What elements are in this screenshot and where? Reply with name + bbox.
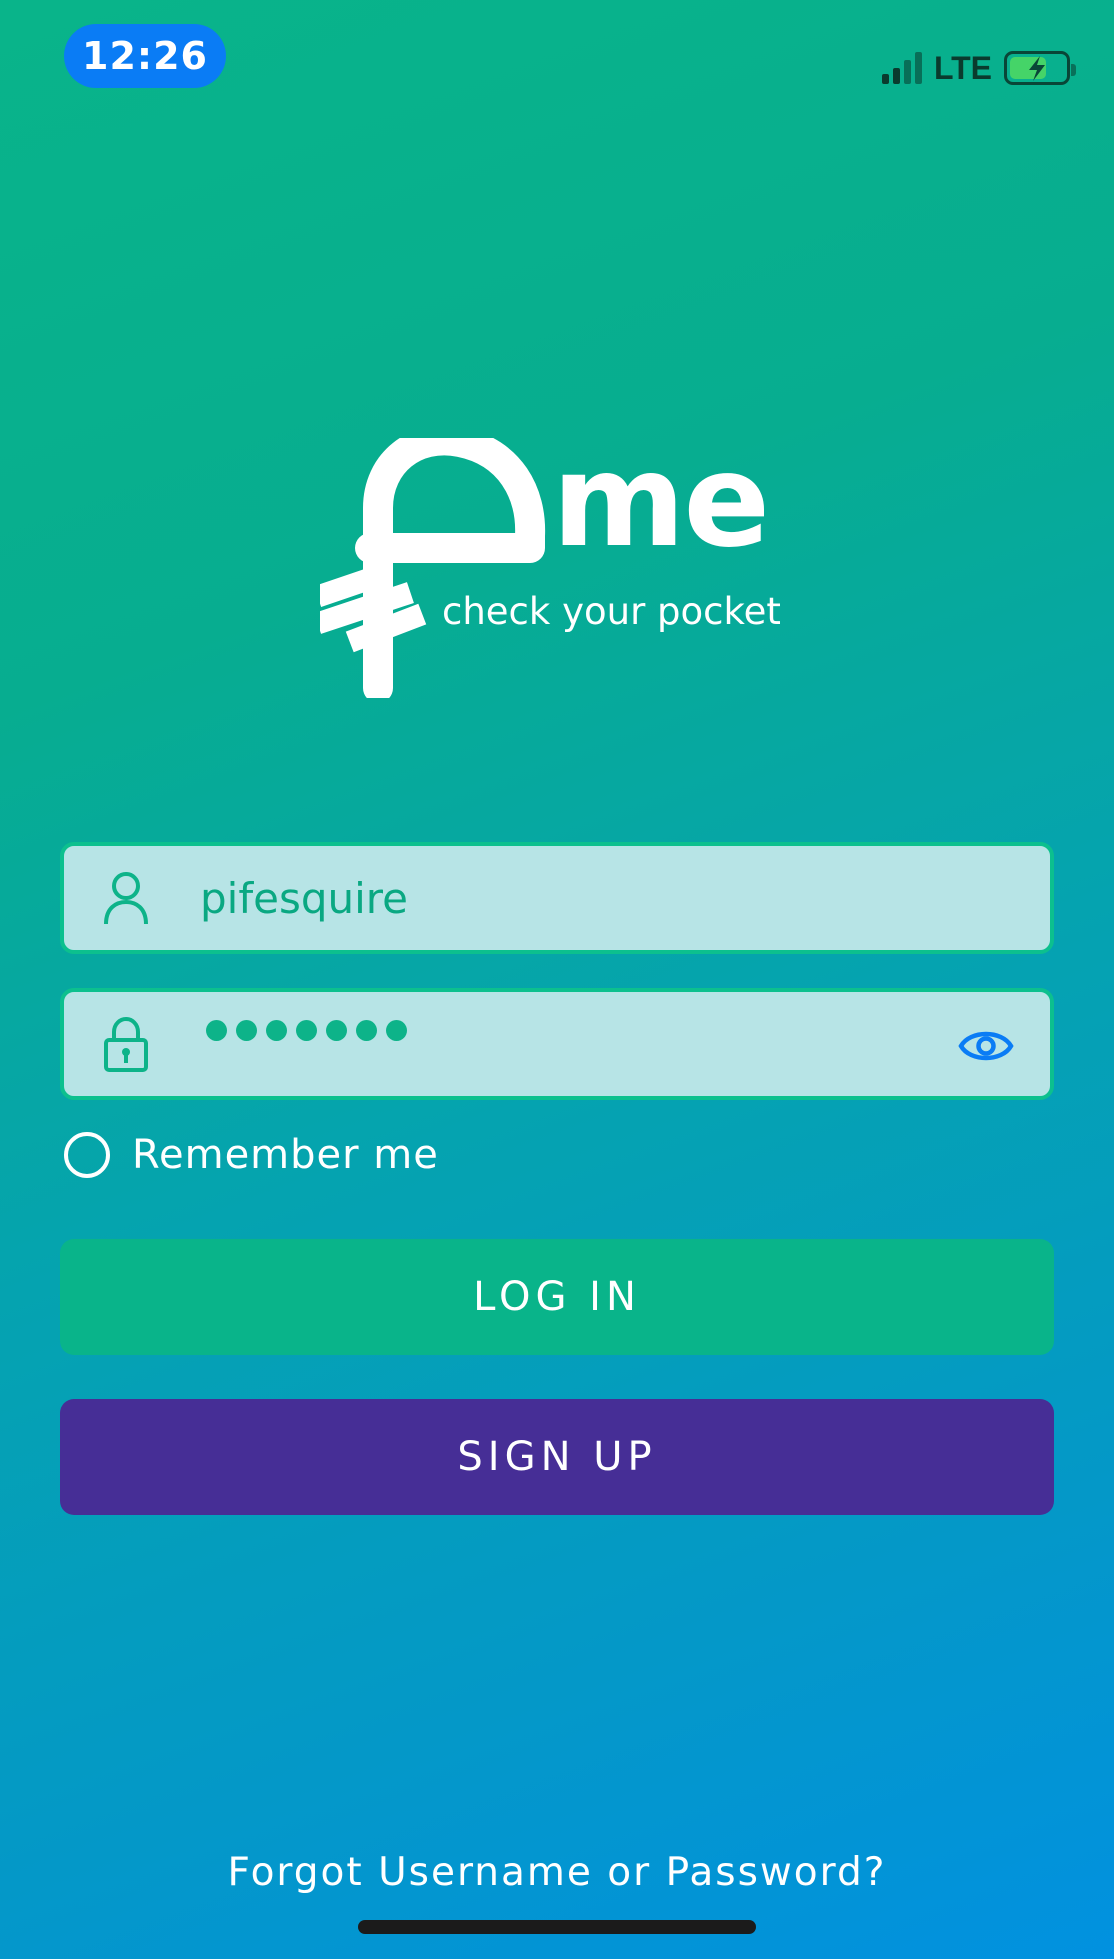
password-dot: [356, 1020, 377, 1041]
home-indicator[interactable]: [358, 1920, 756, 1934]
password-masked-value[interactable]: [206, 1020, 407, 1041]
password-dot: [386, 1020, 407, 1041]
login-button[interactable]: LOG IN: [60, 1239, 1054, 1355]
user-icon: [104, 872, 148, 925]
password-dot: [296, 1020, 317, 1041]
logo-mark-icon: [320, 438, 546, 698]
remember-me-label: Remember me: [132, 1132, 439, 1178]
forgot-credentials-link[interactable]: Forgot Username or Password?: [0, 1850, 1114, 1895]
network-type: LTE: [933, 49, 992, 86]
logo-tagline: check your pocket: [442, 590, 781, 633]
remember-me-checkbox[interactable]: Remember me: [64, 1132, 439, 1178]
cellular-signal-icon: [881, 52, 922, 84]
password-dot: [266, 1020, 287, 1041]
charging-bolt-icon: [1029, 56, 1045, 81]
lock-icon: [104, 1016, 148, 1072]
status-indicators: LTE: [881, 46, 1076, 90]
logo-wordmark: me: [552, 427, 770, 576]
eye-icon[interactable]: [958, 1024, 1014, 1068]
remember-me-radio[interactable]: [64, 1132, 110, 1178]
app-logo: me check your pocket: [320, 438, 800, 698]
password-dot: [206, 1020, 227, 1041]
password-dot: [326, 1020, 347, 1041]
username-field[interactable]: [60, 842, 1054, 954]
password-field[interactable]: [60, 988, 1054, 1100]
battery-icon: [1004, 51, 1076, 85]
status-time: 12:26: [64, 24, 226, 88]
password-dot: [236, 1020, 257, 1041]
signup-button[interactable]: SIGN UP: [60, 1399, 1054, 1515]
username-input[interactable]: [200, 862, 880, 934]
